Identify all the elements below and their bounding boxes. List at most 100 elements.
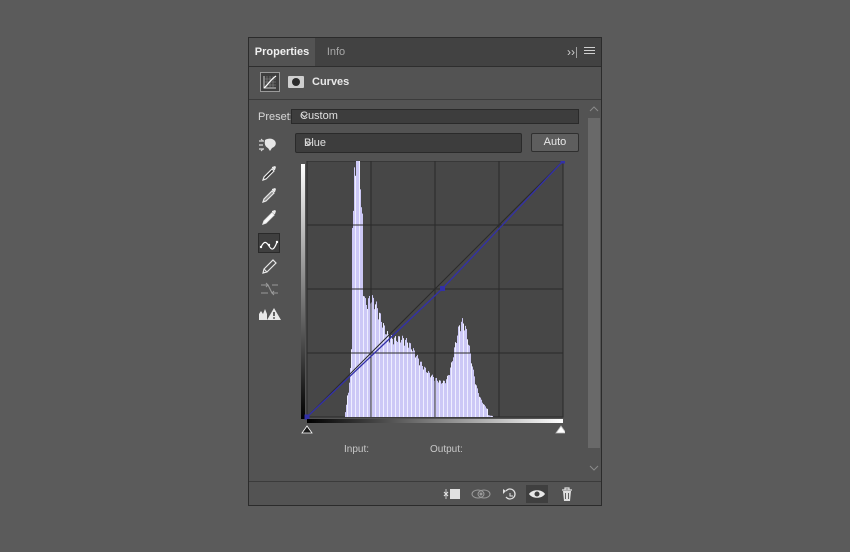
histogram-bar — [345, 412, 346, 417]
clipping-warning-icon[interactable] — [258, 305, 281, 325]
histogram-bar — [407, 342, 408, 417]
curve-control-point[interactable] — [560, 158, 566, 164]
histogram-bar — [480, 397, 481, 417]
reset-icon[interactable] — [499, 485, 521, 503]
histogram-bar — [445, 383, 446, 417]
histogram-bar — [408, 347, 409, 417]
histogram-bar — [394, 337, 395, 417]
histogram-bar — [491, 415, 492, 417]
chevron-down-icon — [304, 139, 515, 151]
tab-info[interactable]: Info — [316, 38, 356, 66]
histogram-bar — [447, 375, 448, 417]
histogram-bar — [467, 339, 468, 417]
delete-trash-icon[interactable] — [556, 485, 578, 503]
panel-footer — [249, 481, 601, 506]
histogram-bar — [454, 347, 455, 417]
histogram-bar — [446, 379, 447, 417]
auto-button[interactable]: Auto — [531, 133, 579, 152]
edit-points-curve-icon[interactable] — [258, 233, 280, 253]
histogram-bar — [388, 334, 389, 417]
histogram-bar — [464, 330, 465, 417]
clip-to-layer-icon[interactable] — [441, 485, 463, 503]
curve-control-point[interactable] — [440, 285, 446, 291]
histogram-bar — [381, 321, 382, 417]
scroll-thumb — [588, 118, 600, 448]
histogram-bar — [459, 325, 460, 417]
preset-dropdown[interactable]: Custom — [291, 109, 579, 124]
pencil-draw-icon[interactable] — [258, 257, 280, 277]
histogram-bar — [369, 295, 370, 417]
panel-menu-icon[interactable] — [584, 47, 595, 57]
white-point-eyedropper-icon[interactable] — [258, 207, 280, 227]
tab-properties[interactable]: Properties — [249, 38, 315, 66]
curves-histogram-plot[interactable] — [301, 158, 567, 473]
curves-graph[interactable] — [301, 158, 567, 476]
histogram-bar — [352, 227, 353, 417]
histogram-bar — [432, 374, 433, 417]
histogram-bar — [402, 335, 403, 417]
histogram-bar — [438, 382, 439, 417]
scroll-up-icon — [589, 106, 599, 112]
histogram-bar — [442, 382, 443, 417]
histogram-bar — [457, 335, 458, 417]
histogram-bar — [423, 369, 424, 417]
histogram-bar — [466, 328, 467, 417]
adjustment-header: Curves — [249, 67, 601, 100]
histogram-bar — [361, 207, 362, 417]
adjustment-title: Curves — [312, 76, 350, 88]
toggle-visibility-icon[interactable] — [526, 485, 548, 503]
histogram-bar — [474, 376, 475, 417]
histogram-bar — [461, 321, 462, 417]
histogram-bar — [481, 399, 482, 417]
histogram-bar — [444, 380, 445, 417]
curve-control-point[interactable] — [304, 414, 310, 420]
histogram-bar — [456, 343, 457, 417]
histogram-bar — [379, 312, 380, 417]
histogram-bar — [460, 331, 461, 417]
histogram-bar — [427, 372, 428, 417]
histogram-bar — [404, 345, 405, 417]
histogram-bar — [439, 380, 440, 417]
output-gradient-bar — [301, 164, 305, 419]
histogram-bar — [353, 210, 354, 417]
histogram-bar — [448, 375, 449, 417]
histogram-bar — [417, 354, 418, 417]
histogram-bar — [441, 383, 442, 417]
white-point-slider-handle[interactable] — [555, 425, 567, 434]
black-point-eyedropper-icon[interactable] — [258, 163, 280, 183]
histogram-bar — [463, 323, 464, 417]
collapse-panel-icon[interactable]: ›› — [567, 45, 575, 59]
panel-scrollbar[interactable] — [587, 103, 601, 481]
preset-label: Preset: — [258, 111, 293, 123]
targeted-adjustment-icon[interactable] — [257, 135, 279, 155]
gray-point-eyedropper-icon[interactable] — [258, 185, 280, 205]
properties-panel: Properties Info ›› Curves Preset: Custom — [248, 37, 602, 506]
curves-adjustment-icon[interactable] — [260, 72, 280, 92]
histogram-bar — [425, 367, 426, 417]
histogram-bar — [492, 415, 493, 417]
histogram-bar — [346, 404, 347, 417]
view-previous-state-icon[interactable] — [470, 485, 492, 503]
histogram-bar — [477, 388, 478, 417]
histogram-bar — [403, 338, 404, 417]
histogram-bar — [433, 376, 434, 417]
histogram-bar — [436, 377, 437, 417]
histogram-bar — [391, 335, 392, 417]
histogram-bar — [364, 296, 365, 417]
histogram-bar — [392, 338, 393, 417]
channel-dropdown[interactable]: Blue — [295, 133, 522, 153]
layer-mask-icon[interactable] — [286, 72, 306, 92]
histogram-bar — [484, 404, 485, 417]
histogram-bar — [412, 351, 413, 417]
black-point-slider-handle[interactable] — [301, 425, 313, 434]
input-gradient-bar — [307, 419, 563, 423]
histogram-bar — [465, 325, 466, 417]
histogram-bar — [398, 336, 399, 417]
histogram-bar — [386, 334, 387, 417]
histogram-bar — [374, 309, 375, 417]
histogram-bar — [405, 339, 406, 417]
histogram-bar — [387, 331, 388, 417]
histogram-bar — [355, 175, 356, 417]
smooth-curve-icon[interactable] — [258, 279, 280, 299]
histogram-bar — [415, 357, 416, 417]
